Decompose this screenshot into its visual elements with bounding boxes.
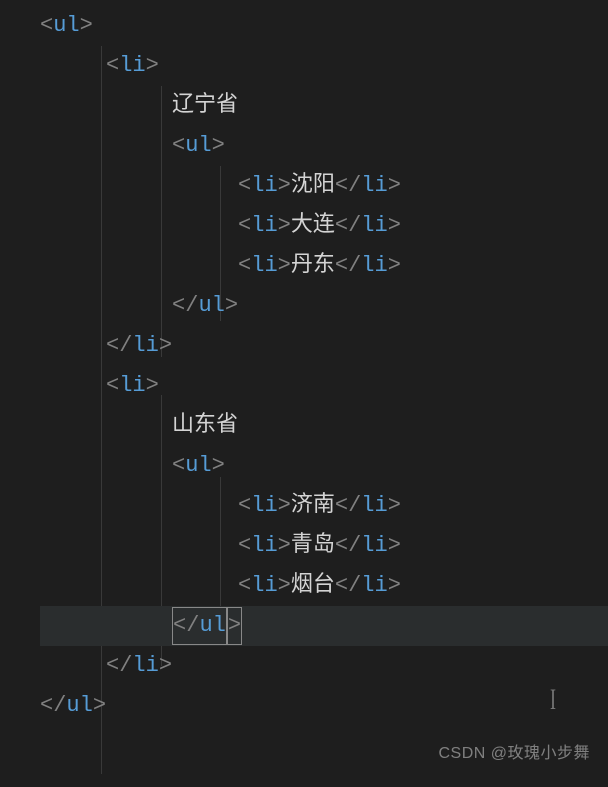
tag-name: li xyxy=(361,253,387,278)
code-line[interactable]: <li>沈阳</li> xyxy=(40,166,608,206)
bracket: > xyxy=(146,373,159,398)
text-cursor-icon: I xyxy=(550,680,556,720)
text-content: 大连 xyxy=(291,213,335,238)
text-content: 济南 xyxy=(291,493,335,518)
code-line-active[interactable]: </ul> xyxy=(40,606,608,646)
bracket: > xyxy=(212,133,225,158)
bracket: </ xyxy=(335,213,361,238)
tag-name: li xyxy=(251,253,277,278)
code-editor[interactable]: <ul> <li> 辽宁省 <ul> <li>沈阳</li> <li>大连</l… xyxy=(0,0,608,726)
tag-name: li xyxy=(251,533,277,558)
bracket: > xyxy=(278,213,291,238)
text-content: 烟台 xyxy=(291,573,335,598)
tag-name: li xyxy=(132,333,158,358)
tag-name: li xyxy=(119,373,145,398)
tag-name: ul xyxy=(198,293,224,318)
bracket: > xyxy=(80,13,93,38)
text-content: 丹东 xyxy=(291,253,335,278)
watermark: CSDN @玫瑰小步舞 xyxy=(438,734,590,774)
tag-name: ul xyxy=(185,453,211,478)
bracket: </ xyxy=(335,253,361,278)
bracket-match-box: > xyxy=(227,607,242,645)
tag-name: li xyxy=(132,653,158,678)
bracket: > xyxy=(278,173,291,198)
tag-name: li xyxy=(361,173,387,198)
bracket: > xyxy=(278,493,291,518)
bracket: </ xyxy=(40,693,66,718)
bracket: > xyxy=(159,333,172,358)
code-line[interactable]: <li> xyxy=(40,366,608,406)
bracket: < xyxy=(238,173,251,198)
bracket: > xyxy=(146,53,159,78)
tag-name: li xyxy=(361,213,387,238)
bracket: > xyxy=(388,213,401,238)
tag-name: ul xyxy=(199,613,225,638)
code-line[interactable]: <li>济南</li> xyxy=(40,486,608,526)
bracket: < xyxy=(238,213,251,238)
bracket: > xyxy=(388,173,401,198)
text-content: 沈阳 xyxy=(291,173,335,198)
tag-name: ul xyxy=(185,133,211,158)
tag-name: li xyxy=(361,573,387,598)
code-line[interactable]: <li>烟台</li> xyxy=(40,566,608,606)
bracket: > xyxy=(278,533,291,558)
tag-name: li xyxy=(361,493,387,518)
tag-name: ul xyxy=(66,693,92,718)
tag-name: li xyxy=(251,173,277,198)
bracket: </ xyxy=(106,653,132,678)
bracket: > xyxy=(93,693,106,718)
bracket-match-box: </ul xyxy=(172,607,227,645)
bracket: </ xyxy=(335,173,361,198)
text-content: 青岛 xyxy=(291,533,335,558)
code-line[interactable]: <li>丹东</li> xyxy=(40,246,608,286)
tag-name: li xyxy=(251,213,277,238)
code-line[interactable]: <li>青岛</li> xyxy=(40,526,608,566)
code-line[interactable]: </li> xyxy=(40,646,608,686)
bracket: < xyxy=(238,533,251,558)
bracket: < xyxy=(172,453,185,478)
bracket: > xyxy=(278,573,291,598)
bracket: </ xyxy=(172,293,198,318)
bracket: > xyxy=(228,613,241,638)
bracket: < xyxy=(238,253,251,278)
code-line[interactable]: <ul> xyxy=(40,126,608,166)
code-line[interactable]: <ul> xyxy=(40,6,608,46)
bracket: > xyxy=(388,533,401,558)
code-line[interactable]: <ul> xyxy=(40,446,608,486)
bracket: > xyxy=(278,253,291,278)
bracket: < xyxy=(172,133,185,158)
code-line[interactable]: 山东省 xyxy=(40,406,608,446)
bracket: < xyxy=(238,573,251,598)
bracket: > xyxy=(388,493,401,518)
bracket: < xyxy=(106,373,119,398)
bracket: > xyxy=(388,253,401,278)
code-line[interactable]: </ul> xyxy=(40,286,608,326)
bracket: < xyxy=(238,493,251,518)
tag-name: ul xyxy=(53,13,79,38)
tag-name: li xyxy=(361,533,387,558)
bracket: > xyxy=(159,653,172,678)
bracket: < xyxy=(40,13,53,38)
bracket: > xyxy=(212,453,225,478)
bracket: </ xyxy=(173,613,199,638)
text-content: 山东省 xyxy=(172,413,238,438)
code-line[interactable]: <li>大连</li> xyxy=(40,206,608,246)
tag-name: li xyxy=(251,573,277,598)
code-line[interactable]: 辽宁省 xyxy=(40,86,608,126)
bracket: < xyxy=(106,53,119,78)
code-line[interactable]: </ul> xyxy=(40,686,608,726)
bracket: > xyxy=(225,293,238,318)
bracket: </ xyxy=(335,493,361,518)
tag-name: li xyxy=(251,493,277,518)
bracket: </ xyxy=(335,533,361,558)
code-line[interactable]: <li> xyxy=(40,46,608,86)
tag-name: li xyxy=(119,53,145,78)
text-content: 辽宁省 xyxy=(172,93,238,118)
bracket: > xyxy=(388,573,401,598)
bracket: </ xyxy=(335,573,361,598)
code-line[interactable]: </li> xyxy=(40,326,608,366)
bracket: </ xyxy=(106,333,132,358)
